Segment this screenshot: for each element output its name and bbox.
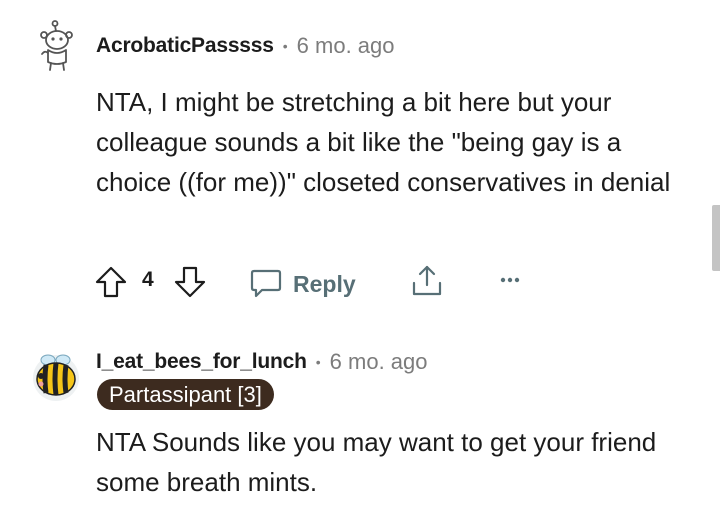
timestamp[interactable]: 6 mo. ago <box>330 349 428 375</box>
ellipsis-icon <box>498 268 522 297</box>
separator-dot: • <box>315 354 321 370</box>
timestamp[interactable]: 6 mo. ago <box>297 33 395 59</box>
snoo-avatar-icon[interactable] <box>36 20 76 72</box>
scrollbar-thumb[interactable] <box>712 205 720 271</box>
comment-bubble-icon <box>249 265 283 304</box>
comment-acrobaticpasssss: AcrobaticPasssss • 6 mo. ago NTA, I migh… <box>0 0 720 320</box>
upvote-button[interactable] <box>94 265 128 304</box>
comment-meta: I_eat_bees_for_lunch • 6 mo. ago <box>96 349 428 375</box>
reply-button[interactable]: Reply <box>249 265 356 304</box>
more-options-button[interactable] <box>498 268 522 297</box>
comment-meta: AcrobaticPasssss • 6 mo. ago <box>96 33 395 59</box>
downvote-button[interactable] <box>173 265 207 304</box>
share-button[interactable] <box>410 263 444 302</box>
username[interactable]: AcrobaticPasssss <box>96 34 274 58</box>
username[interactable]: I_eat_bees_for_lunch <box>96 350 307 374</box>
separator-dot: • <box>282 38 288 54</box>
upvote-arrow-icon <box>94 265 128 304</box>
bee-avatar-icon[interactable] <box>32 352 80 402</box>
user-flair-badge: Partassipant [3] <box>97 379 274 410</box>
downvote-arrow-icon <box>173 265 207 304</box>
reply-label: Reply <box>293 271 356 297</box>
comment-body: NTA Sounds like you may want to get your… <box>96 427 657 497</box>
vote-score: 4 <box>142 268 154 291</box>
share-icon <box>410 263 444 302</box>
comment-actions: 4 Reply <box>94 262 534 302</box>
comment-body: NTA, I might be stretching a bit here bu… <box>96 87 671 197</box>
